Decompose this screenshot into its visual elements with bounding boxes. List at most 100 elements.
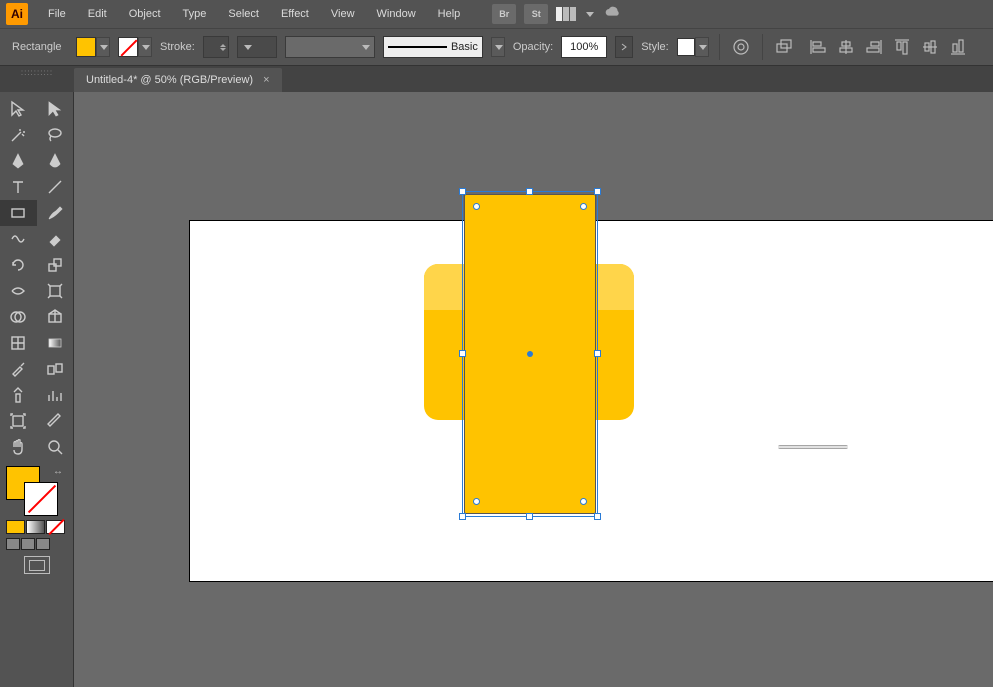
brush-definition-dropdown[interactable]: Basic [383,36,483,58]
lasso-tool[interactable] [37,122,74,148]
chevron-down-icon[interactable] [491,37,505,57]
column-graph-tool[interactable] [37,382,74,408]
selected-rectangle[interactable] [464,194,596,514]
canvas-area[interactable] [74,92,993,687]
menu-select[interactable]: Select [218,4,269,24]
menu-window[interactable]: Window [367,4,426,24]
align-hcenter-button[interactable] [835,36,857,58]
close-tab-button[interactable]: × [263,74,269,86]
paintbrush-tool[interactable] [37,200,74,226]
control-bar: Rectangle Stroke: Basic Opacity: 100% St… [0,28,993,66]
color-mode-solid[interactable] [6,520,25,534]
menu-bar: Ai File Edit Object Type Select Effect V… [0,0,993,28]
selection-tool[interactable] [0,96,37,122]
draw-normal-button[interactable] [6,538,20,550]
menu-type[interactable]: Type [173,4,217,24]
magic-wand-tool[interactable] [0,122,37,148]
graphic-style-picker[interactable] [677,37,709,57]
toolbox-panel: ↔ [0,92,74,687]
artboard-edge-shadow [778,445,848,449]
color-mode-gradient[interactable] [26,520,45,534]
direct-selection-tool[interactable] [37,96,74,122]
document-tab[interactable]: Untitled-4* @ 50% (RGB/Preview) × [74,68,282,92]
line-segment-tool[interactable] [37,174,74,200]
opacity-input[interactable]: 100% [561,36,607,58]
align-group [807,36,969,58]
bridge-button[interactable]: Br [492,4,516,24]
draw-inside-button[interactable] [36,538,50,550]
draw-behind-button[interactable] [21,538,35,550]
corner-widget-icon[interactable] [473,203,480,210]
mesh-tool[interactable] [0,330,37,356]
shaper-tool[interactable] [0,226,37,252]
menu-help[interactable]: Help [428,4,471,24]
document-tab-bar: :::::::::: Untitled-4* @ 50% (RGB/Previe… [0,66,993,92]
recolor-artwork-button[interactable] [730,36,752,58]
arrange-documents-button[interactable] [556,7,576,21]
shape-builder-tool[interactable] [0,304,37,330]
stroke-color-picker[interactable] [118,37,152,57]
stroke-swatch-icon [118,37,138,57]
corner-widget-icon[interactable] [580,498,587,505]
transform-panel-button[interactable] [773,36,795,58]
rectangle-tool[interactable] [0,200,37,226]
screen-mode-icon [24,556,50,574]
menu-object[interactable]: Object [119,4,171,24]
style-swatch-icon [677,38,695,56]
align-right-button[interactable] [863,36,885,58]
stroke-weight-dropdown[interactable] [237,36,277,58]
hand-tool[interactable] [0,434,37,460]
screen-mode-button[interactable] [0,550,73,580]
fill-swatch-icon [76,37,96,57]
eraser-tool[interactable] [37,226,74,252]
corner-widget-icon[interactable] [580,203,587,210]
type-tool[interactable] [0,174,37,200]
align-top-button[interactable] [891,36,913,58]
zoom-tool[interactable] [37,434,74,460]
panel-collapse-toggle[interactable]: :::::::::: [0,66,74,92]
blend-tool[interactable] [37,356,74,382]
perspective-grid-tool[interactable] [37,304,74,330]
artboard-tool[interactable] [0,408,37,434]
scale-tool[interactable] [37,252,74,278]
stock-button[interactable]: St [524,4,548,24]
work-area: ↔ [0,92,993,687]
opacity-expand-button[interactable] [615,36,633,58]
opacity-label: Opacity: [513,41,553,53]
stroke-label: Stroke: [160,41,195,53]
menu-effect[interactable]: Effect [271,4,319,24]
menu-view[interactable]: View [321,4,365,24]
draw-mode-row [0,538,73,550]
chevron-down-icon[interactable] [586,12,594,17]
chevron-down-icon [96,37,110,57]
align-vcenter-button[interactable] [919,36,941,58]
fill-color-picker[interactable] [76,37,110,57]
menu-file[interactable]: File [38,4,76,24]
stroke-weight-stepper[interactable] [203,36,229,58]
align-bottom-button[interactable] [947,36,969,58]
slice-tool[interactable] [37,408,74,434]
symbol-sprayer-tool[interactable] [0,382,37,408]
color-mode-row [0,516,73,538]
stroke-indicator-icon[interactable] [24,482,58,516]
variable-width-profile-dropdown[interactable] [285,36,375,58]
menu-edit[interactable]: Edit [78,4,117,24]
free-transform-tool[interactable] [37,278,74,304]
eyedropper-tool[interactable] [0,356,37,382]
gradient-tool[interactable] [37,330,74,356]
brush-label: Basic [451,41,478,53]
corner-widget-icon[interactable] [473,498,480,505]
swap-fill-stroke-icon[interactable]: ↔ [53,466,63,477]
pen-tool[interactable] [0,148,37,174]
separator [719,34,720,60]
fill-stroke-indicator[interactable]: ↔ [0,464,73,516]
brush-preview-icon [388,46,447,48]
sync-settings-icon[interactable] [602,5,624,24]
align-left-button[interactable] [807,36,829,58]
width-tool[interactable] [0,278,37,304]
curvature-tool[interactable] [37,148,74,174]
rotate-tool[interactable] [0,252,37,278]
chevron-down-icon [695,37,709,57]
color-mode-none[interactable] [46,520,65,534]
style-label: Style: [641,41,669,53]
